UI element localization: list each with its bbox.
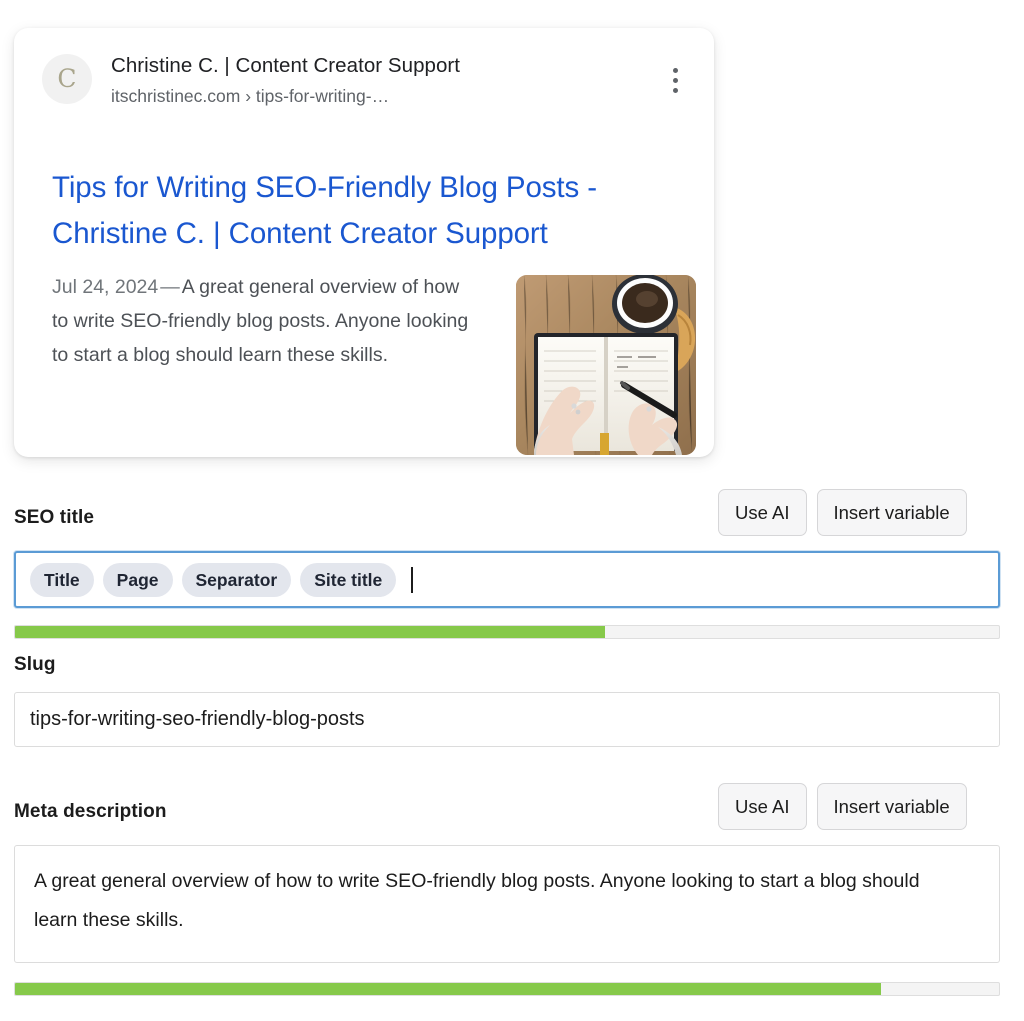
serp-preview-card: C Christine C. | Content Creator Support… — [14, 28, 714, 457]
serp-date: Jul 24, 2024 — [52, 276, 159, 298]
seo-title-insert-variable-button[interactable]: Insert variable — [816, 489, 967, 536]
seo-title-length-progress — [14, 625, 1000, 639]
slug-input[interactable]: tips-for-writing-seo-friendly-blog-posts — [14, 692, 1000, 747]
seo-title-use-ai-button[interactable]: Use AI — [718, 489, 807, 536]
serp-site-info: Christine C. | Content Creator Support i… — [111, 50, 660, 108]
seo-preview-editor-page: C Christine C. | Content Creator Support… — [0, 0, 1024, 1021]
serp-preview-header: C Christine C. | Content Creator Support… — [42, 50, 690, 108]
serp-site-name: Christine C. | Content Creator Support — [111, 54, 461, 77]
slug-value: tips-for-writing-seo-friendly-blog-posts — [30, 708, 365, 730]
meta-description-progress-fill — [15, 983, 881, 995]
serp-snippet: Jul 24, 2024— A great general overview of… — [52, 270, 472, 372]
serp-description-text: Jul 24, 2024— A great general overview of… — [52, 270, 472, 372]
serp-result-title-link[interactable]: Tips for Writing SEO-Friendly Blog Posts… — [52, 165, 696, 257]
serp-thumbnail-image — [516, 275, 696, 455]
meta-description-textarea[interactable]: A great general overview of how to write… — [14, 845, 1000, 963]
meta-description-length-progress — [14, 982, 1000, 996]
meta-description-use-ai-button[interactable]: Use AI — [718, 783, 807, 830]
slug-label: Slug — [14, 654, 56, 675]
meta-description-insert-variable-button[interactable]: Insert variable — [816, 783, 967, 830]
meta-description-actions: Use AI Insert variable — [718, 783, 967, 830]
kebab-menu-icon[interactable] — [660, 56, 690, 104]
site-favicon-c-icon: C — [42, 54, 92, 104]
kebab-dot — [672, 67, 678, 73]
serp-url-breadcrumb: itschristinec.com › tips-for-writing-… — [111, 86, 390, 106]
text-cursor — [411, 566, 413, 593]
seo-title-label: SEO title — [14, 507, 95, 528]
token-separator[interactable]: Separator — [181, 562, 292, 597]
kebab-dot — [672, 77, 678, 83]
seo-title-token-list: Title Page Separator Site title — [30, 553, 413, 606]
token-page[interactable]: Page — [102, 562, 173, 597]
token-site-title[interactable]: Site title — [300, 562, 397, 597]
meta-description-label: Meta description — [14, 801, 167, 822]
seo-title-actions: Use AI Insert variable — [718, 489, 967, 536]
seo-title-progress-fill — [15, 626, 606, 638]
favicon-letter: C — [57, 63, 77, 93]
seo-title-input[interactable]: Title Page Separator Site title — [14, 551, 1000, 608]
kebab-dot — [672, 87, 678, 93]
meta-description-value: A great general overview of how to write… — [34, 870, 920, 931]
token-title[interactable]: Title — [30, 562, 94, 597]
serp-date-separator: — — [160, 276, 180, 298]
